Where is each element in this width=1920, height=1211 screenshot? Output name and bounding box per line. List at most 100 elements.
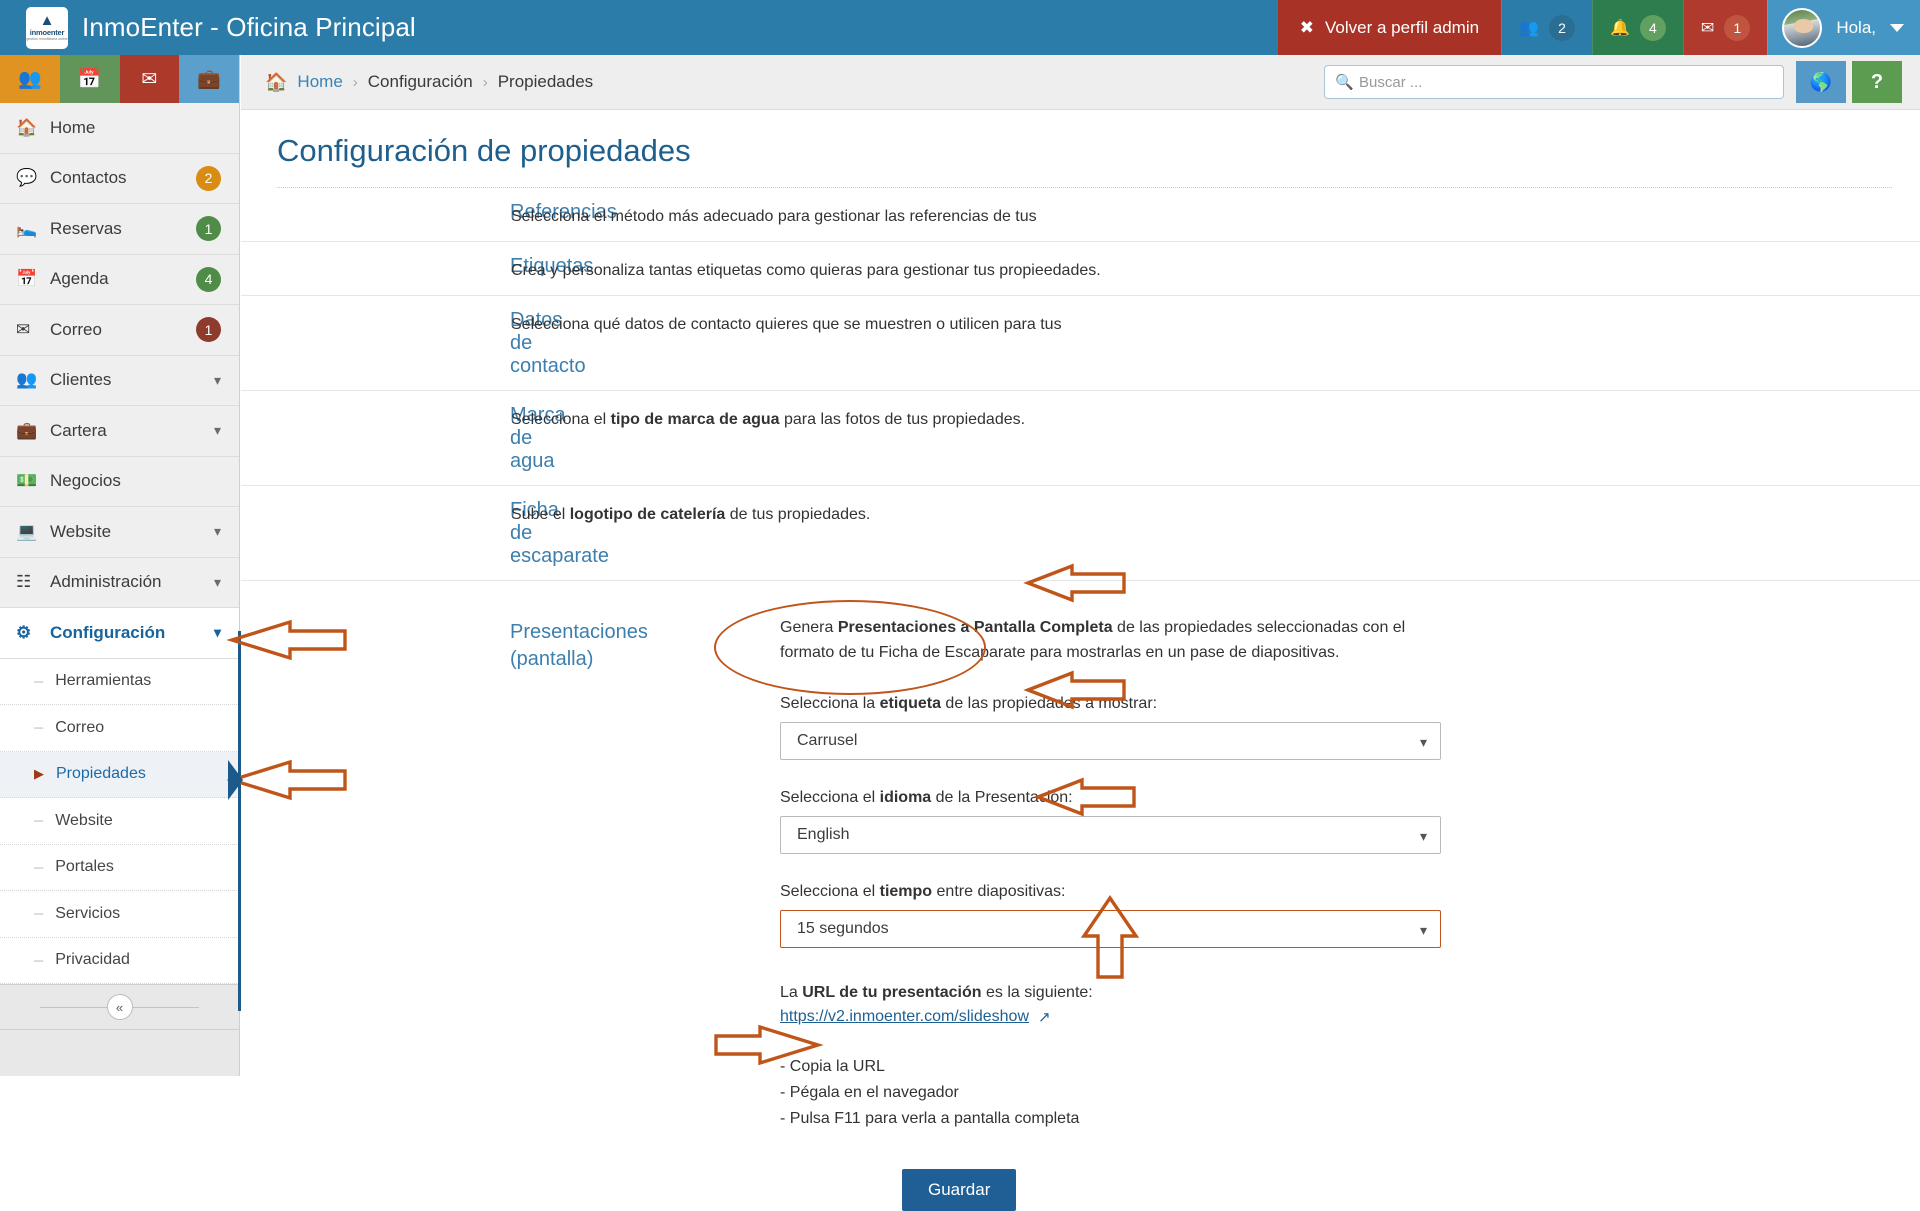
search-input[interactable]: [1324, 65, 1784, 99]
double-chevron-left-icon[interactable]: «: [106, 994, 133, 1020]
tree-branch-icon: ─: [34, 952, 44, 968]
row-description: Crea y personaliza tantas etiquetas como…: [511, 242, 1920, 295]
label-post: de la Presentación:: [931, 788, 1073, 806]
logo-wordmark: inmoenter: [29, 28, 65, 38]
url-label-post: es la siguiente:: [981, 983, 1093, 1001]
header-mail-button[interactable]: ✉ 1: [1682, 0, 1768, 55]
row-link-cell: Marca de agua: [241, 391, 566, 485]
sidebar: 👥 📅 ✉ 💼 🏠 Home 💬 Contactos 2 🛌 Reservas …: [0, 55, 242, 1076]
external-link-icon[interactable]: ↗: [1038, 1008, 1051, 1026]
header-users-button[interactable]: 👥 2: [1501, 0, 1592, 55]
contacts-quick-icon[interactable]: 👥: [0, 55, 60, 103]
sidebar-subitem-label: Privacidad: [55, 951, 130, 969]
search-box[interactable]: 🔍: [1324, 65, 1784, 99]
row-link-cell: Datos de contacto: [241, 296, 586, 390]
calendar-quick-icon[interactable]: 📅: [59, 55, 120, 103]
triangle-right-icon: ▶: [34, 766, 44, 782]
sidebar-item-label: Cartera: [50, 420, 107, 440]
chevron-down-icon: [1890, 23, 1904, 32]
table-row: Referencias Selecciona el método más ade…: [241, 188, 1920, 242]
comment-icon: 💬: [16, 168, 38, 188]
tree-branch-icon: ─: [34, 720, 44, 736]
briefcase-icon: 💼: [16, 420, 38, 440]
mail-badge: 1: [1724, 14, 1751, 41]
url-label-bold: URL de tu presentación: [802, 983, 982, 1001]
bed-icon: 🛌: [16, 218, 38, 238]
tiempo-select-wrap: 15 segundos ▾: [780, 909, 1441, 948]
sidebar-item-clientes[interactable]: 👥 Clientes ▾: [0, 355, 239, 406]
sidebar-item-correo[interactable]: ✉ Correo 1: [0, 305, 239, 356]
link-presentaciones-pantalla[interactable]: Presentaciones (pantalla): [510, 619, 730, 673]
app-title: InmoEnter - Oficina Principal: [82, 12, 416, 42]
sitemap-icon: ☷: [16, 572, 32, 592]
sidebar-subitem-label: Servicios: [55, 904, 121, 922]
sidebar-subitem-servicios[interactable]: ─ Servicios: [0, 891, 239, 938]
desc-text: Selecciona qué datos de contacto quieres…: [511, 316, 1062, 333]
slideshow-url-link[interactable]: https://v2.inmoenter.com/slideshow: [780, 1008, 1029, 1026]
label-post: entre diapositivas:: [932, 882, 1066, 900]
sidebar-item-label: Configuración: [50, 622, 166, 642]
idioma-field-label: Selecciona el idioma de la Presentación:: [780, 789, 1920, 807]
volver-a-perfil-admin-button[interactable]: ✖ Volver a perfil admin: [1276, 0, 1502, 55]
breadcrumb-item-configuracion[interactable]: Configuración: [368, 72, 473, 92]
sidebar-subitem-portales[interactable]: ─ Portales: [0, 845, 239, 891]
tiempo-select[interactable]: 15 segundos: [780, 909, 1441, 948]
label-bold: etiqueta: [879, 694, 941, 712]
tree-branch-icon: ─: [34, 813, 44, 829]
briefcase-quick-icon[interactable]: 💼: [179, 55, 239, 103]
main-content: Configuración de propiedades Referencias…: [241, 111, 1920, 1211]
row-description: Selecciona qué datos de contacto quieres…: [511, 296, 1920, 349]
header-notifications-button[interactable]: 🔔 4: [1591, 0, 1683, 55]
sidebar-subitem-propiedades[interactable]: ▶ Propiedades: [0, 751, 239, 798]
presentations-form: Genera Presentaciones a Pantalla Complet…: [780, 581, 1920, 1133]
quick-action-icons: 👥 📅 ✉ 💼: [0, 55, 239, 103]
sidebar-badge: 2: [196, 165, 221, 191]
sidebar-item-label: Agenda: [50, 269, 109, 289]
sidebar-item-label: Negocios: [50, 471, 121, 491]
chevron-down-icon: ▾: [213, 573, 221, 590]
sidebar-item-administracion[interactable]: ☷ Administración ▾: [0, 557, 239, 608]
sidebar-item-contactos[interactable]: 💬 Contactos 2: [0, 153, 239, 204]
sidebar-subitem-label: Portales: [55, 858, 114, 876]
sidebar-item-home[interactable]: 🏠 Home: [0, 103, 239, 154]
user-menu-button[interactable]: Hola,: [1767, 0, 1920, 55]
top-header-bar: ▲ inmoenter gestión inmobiliaria online …: [0, 0, 1920, 55]
etiqueta-select[interactable]: Carrusel: [780, 721, 1441, 760]
sidebar-collapse-row[interactable]: «: [0, 984, 239, 1030]
help-button[interactable]: ?: [1852, 61, 1902, 103]
volver-label: Volver a perfil admin: [1325, 17, 1480, 37]
sidebar-item-label: Website: [50, 521, 112, 541]
tree-branch-icon: ─: [34, 859, 44, 875]
label-bold: idioma: [879, 788, 932, 806]
chevron-right-icon: ›: [482, 73, 488, 91]
para-bold: Presentaciones a Pantalla Completa: [837, 619, 1113, 636]
calendar-icon: 📅: [16, 269, 38, 289]
sidebar-subitem-privacidad[interactable]: ─ Privacidad: [0, 938, 239, 984]
row-link-cell: Referencias: [241, 188, 617, 236]
sidebar-item-website[interactable]: 💻 Website ▾: [0, 507, 239, 558]
globe-icon[interactable]: 🌎: [1796, 61, 1846, 103]
brand-block[interactable]: ▲ inmoenter gestión inmobiliaria online …: [0, 0, 416, 55]
sidebar-subitem-website[interactable]: ─ Website: [0, 798, 239, 845]
row-description: Selecciona el tipo de marca de agua para…: [511, 391, 1920, 444]
sidebar-item-cartera[interactable]: 💼 Cartera ▾: [0, 406, 239, 457]
sidebar-item-label: Clientes: [50, 370, 112, 390]
bell-icon: 🔔: [1609, 19, 1630, 37]
sidebar-item-configuracion[interactable]: ⚙ Configuración ▾: [0, 608, 239, 659]
label-bold: tiempo: [879, 882, 933, 900]
sidebar-badge: 1: [196, 317, 221, 343]
mail-quick-icon[interactable]: ✉: [119, 55, 180, 103]
url-label-pre: La: [780, 983, 803, 1001]
tiempo-field-label: Selecciona el tiempo entre diapositivas:: [780, 883, 1920, 901]
sidebar-item-reservas[interactable]: 🛌 Reservas 1: [0, 204, 239, 255]
idioma-select[interactable]: English: [780, 815, 1441, 854]
sidebar-item-negocios[interactable]: 💵 Negocios: [0, 456, 239, 507]
save-button[interactable]: Guardar: [902, 1168, 1017, 1211]
sidebar-item-agenda[interactable]: 📅 Agenda 4: [0, 254, 239, 305]
breadcrumb-item-home[interactable]: Home: [297, 72, 342, 92]
desc-text-post: para las fotos de tus propiedades.: [779, 411, 1026, 428]
envelope-icon: ✉: [16, 319, 31, 339]
sidebar-subitem-herramientas[interactable]: ─ Herramientas: [0, 659, 239, 705]
instructions-list: - Copia la URL - Pégala en el navegador …: [780, 1054, 1920, 1133]
sidebar-subitem-correo[interactable]: ─ Correo: [0, 705, 239, 752]
